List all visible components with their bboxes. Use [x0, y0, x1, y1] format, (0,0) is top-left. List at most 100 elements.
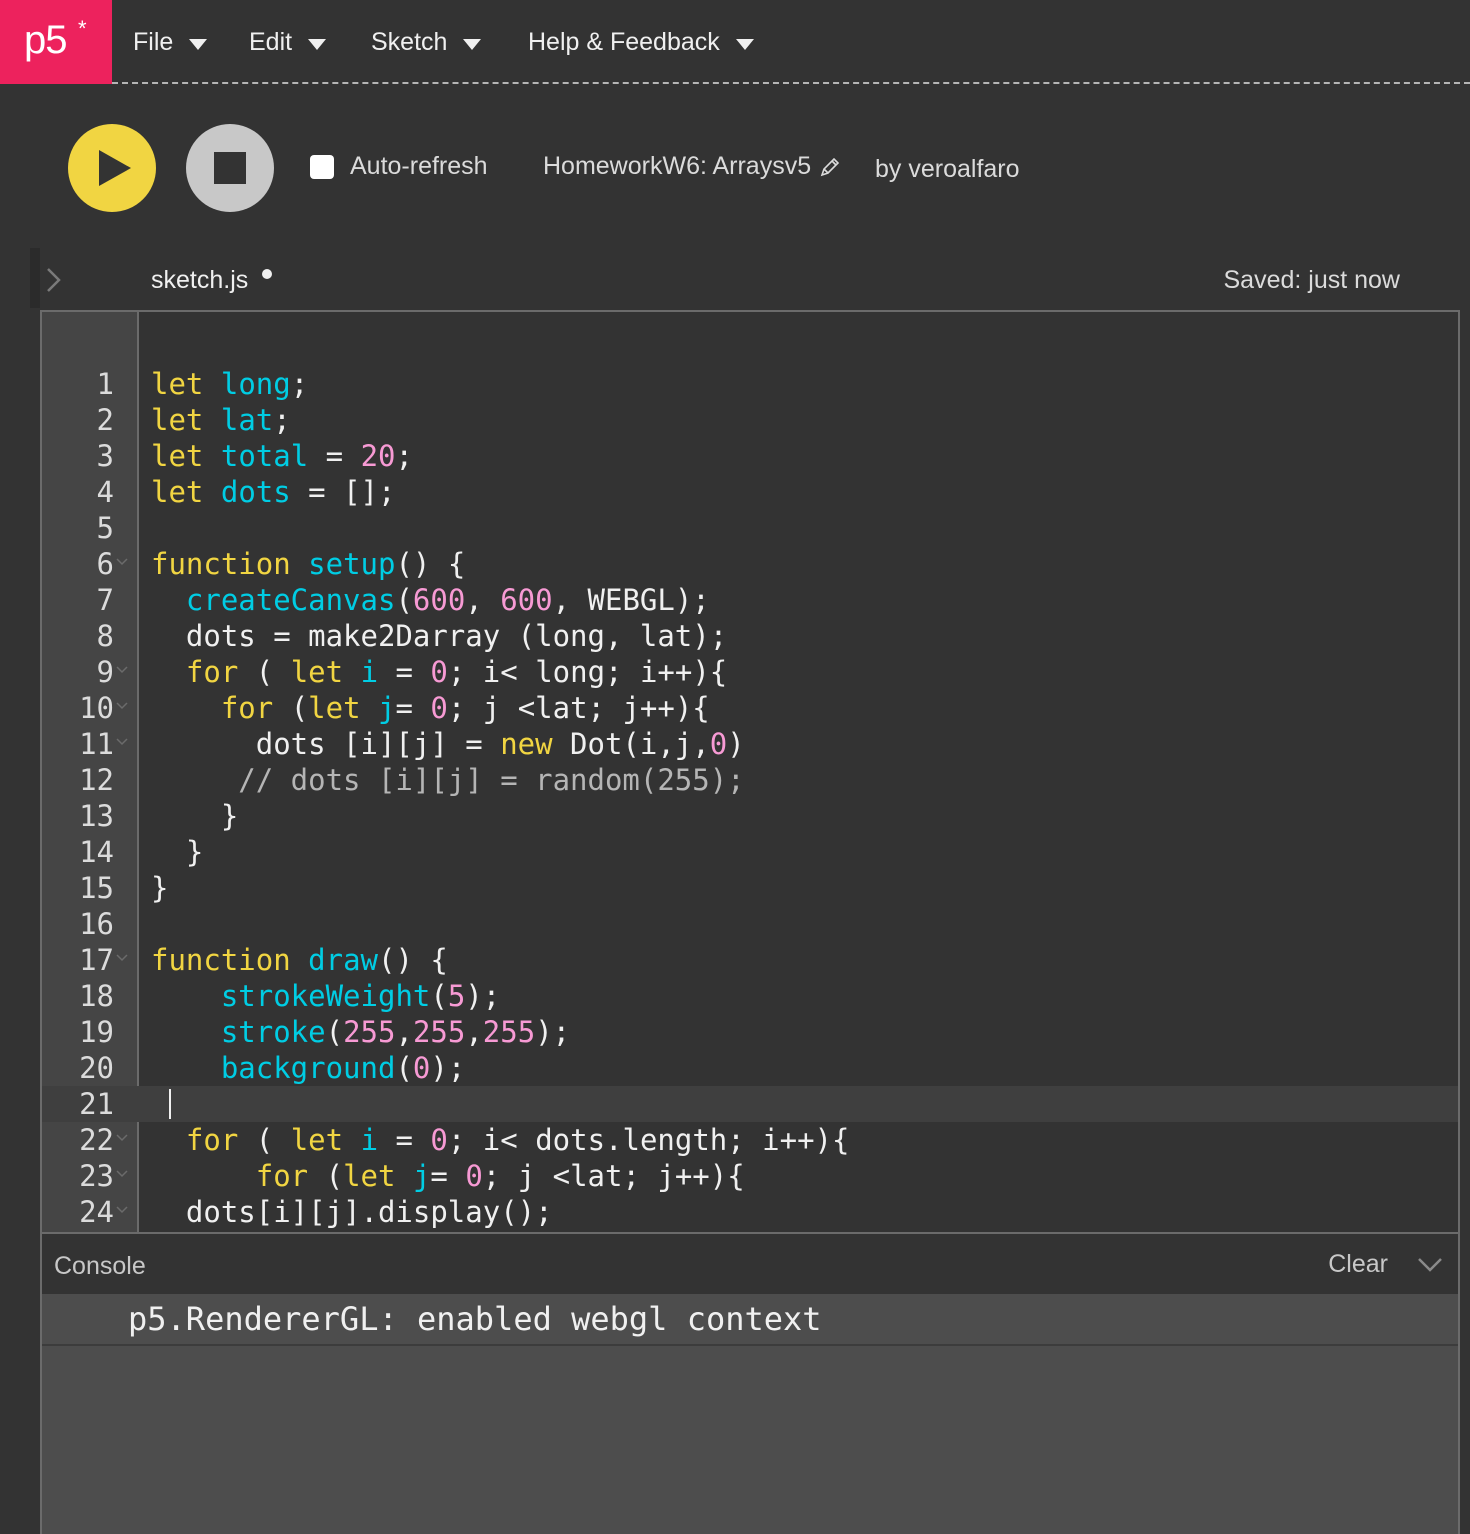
menu-edit[interactable]: Edit [249, 24, 327, 60]
fold-chevron-icon[interactable] [116, 1206, 128, 1214]
menu-edit-label: Edit [249, 27, 293, 56]
code-line[interactable]: 11 dots [i][j] = new Dot(i,j,0) [42, 726, 1458, 762]
fold-chevron-icon[interactable] [116, 1134, 128, 1142]
code-line[interactable]: 15} [42, 870, 1458, 906]
code-text: } [151, 870, 168, 906]
menu-help-label: Help & Feedback [528, 27, 720, 56]
code-line[interactable]: 6 function setup() { [42, 546, 1458, 582]
code-line[interactable]: 2 let lat; [42, 402, 1458, 438]
code-editor[interactable]: 1 let long; 2 let lat; 3 let total = 20; 4 let … [40, 310, 1460, 1234]
code-line[interactable]: 20 background(0); [42, 1050, 1458, 1086]
code-text: let lat; [151, 402, 291, 438]
code-line[interactable]: 14 } [42, 834, 1458, 870]
fold-chevron-icon[interactable] [116, 666, 128, 674]
caret-down-icon [463, 38, 482, 50]
code-line[interactable]: 22 for ( let i = 0; i< dots.length; i++)… [42, 1122, 1458, 1158]
code-text: let dots = []; [151, 474, 395, 510]
code-token: , [465, 583, 501, 617]
unsaved-indicator [262, 269, 272, 279]
console-panel: Console Clear p5.RendererGL: enabled web… [40, 1234, 1460, 1534]
code-text: for (let j= 0; j <lat; j++){ [151, 690, 710, 726]
console-clear-button[interactable]: Clear [1328, 1250, 1388, 1279]
auto-refresh-label: Auto-refresh [350, 152, 488, 180]
code-token: let [308, 691, 361, 725]
code-token: new [500, 727, 553, 761]
pencil-icon[interactable] [819, 156, 841, 178]
sketch-owner[interactable]: by veroalfaro [875, 155, 1020, 184]
code-token: , [465, 1015, 483, 1049]
fold-chevron-icon[interactable] [116, 954, 128, 962]
code-token: 600 [412, 583, 466, 617]
code-token: ( [325, 1015, 344, 1049]
code-token: i [360, 655, 379, 689]
line-number: 4 [96, 475, 114, 509]
menu-help[interactable]: Help & Feedback [528, 24, 754, 60]
fold-chevron-icon[interactable] [116, 1170, 128, 1178]
code-token: stroke [220, 1015, 326, 1049]
nav-divider [112, 82, 1470, 84]
line-number: 11 [79, 727, 114, 761]
code-line[interactable]: 12 // dots [i][j] = random(255); [42, 762, 1458, 798]
fold-chevron-icon[interactable] [116, 702, 128, 710]
file-tab-name[interactable]: sketch.js [151, 266, 248, 295]
code-line[interactable]: 8 dots = make2Darray (long, lat); [42, 618, 1458, 654]
code-token: 0 [430, 691, 448, 725]
code-token: 255 [482, 1015, 536, 1049]
menu-sketch-label: Sketch [371, 27, 448, 56]
code-line[interactable]: 16 [42, 906, 1458, 942]
chevron-right-icon[interactable] [44, 266, 64, 294]
code-line[interactable]: 7 createCanvas(600, 600, WEBGL); [42, 582, 1458, 618]
fold-chevron-icon[interactable] [116, 738, 128, 746]
auto-refresh-checkbox[interactable] [310, 154, 334, 179]
code-token: setup [308, 547, 396, 581]
code-text: function draw() { [151, 942, 448, 978]
code-text: function setup() { [151, 546, 465, 582]
code-line[interactable]: 5 [42, 510, 1458, 546]
code-line[interactable]: 24 dots[i][j].display(); [42, 1194, 1458, 1230]
line-number: 15 [79, 871, 114, 905]
stop-button[interactable] [186, 124, 274, 212]
code-line[interactable]: 19 stroke(255,255,255); [42, 1014, 1458, 1050]
menu-file-label: File [133, 27, 174, 56]
line-number: 24 [79, 1195, 114, 1229]
code-token: } [151, 835, 204, 869]
code-line[interactable]: 1 let long; [42, 366, 1458, 402]
code-token: ; [273, 403, 291, 437]
code-line[interactable]: 18 strokeWeight(5); [42, 978, 1458, 1014]
code-line[interactable]: 9 for ( let i = 0; i< long; i++){ [42, 654, 1458, 690]
code-line[interactable]: 4 let dots = []; [42, 474, 1458, 510]
menu-file[interactable]: File [133, 24, 208, 60]
code-line[interactable]: 13 } [42, 798, 1458, 834]
code-token: 20 [360, 439, 396, 473]
line-number: 9 [96, 655, 114, 689]
chevron-down-icon[interactable] [1416, 1254, 1444, 1274]
code-line[interactable]: 21 [42, 1086, 1458, 1122]
code-token: = [378, 1123, 431, 1157]
code-token: let [343, 1159, 396, 1193]
sketch-name[interactable]: HomeworkW6: Arraysv5 [543, 152, 841, 181]
line-number: 6 [96, 547, 114, 581]
code-token: total [220, 439, 309, 473]
menu-sketch[interactable]: Sketch [371, 24, 482, 60]
code-line[interactable]: 17 function draw() { [42, 942, 1458, 978]
line-number: 8 [96, 619, 114, 653]
code-token: = []; [290, 475, 396, 509]
code-line[interactable]: 23 for (let j= 0; j <lat; j++){ [42, 1158, 1458, 1194]
code-text: let long; [151, 366, 308, 402]
code-line[interactable]: 10 for (let j= 0; j <lat; j++){ [42, 690, 1458, 726]
code-token: () { [395, 547, 466, 581]
play-button[interactable] [68, 124, 156, 212]
code-token: = [378, 655, 431, 689]
code-line[interactable]: 3 let total = 20; [42, 438, 1458, 474]
code-token: for [255, 1159, 309, 1193]
p5-logo[interactable]: p5 * [0, 0, 112, 84]
fold-chevron-icon[interactable] [116, 558, 128, 566]
code-token: let [151, 439, 204, 473]
code-token: long [220, 367, 291, 401]
auto-refresh-toggle[interactable]: Auto-refresh [310, 152, 488, 181]
saved-status: Saved: just now [1223, 266, 1401, 294]
